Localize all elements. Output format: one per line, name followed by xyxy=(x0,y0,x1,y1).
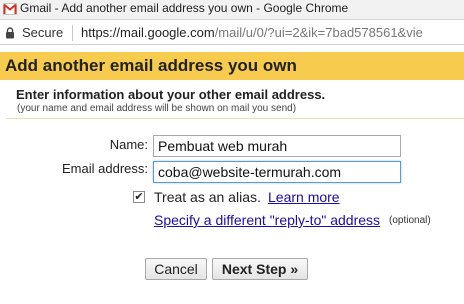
address-divider xyxy=(72,25,73,41)
dialog-header: Add another email address you own xyxy=(0,52,464,80)
intro-subtitle: (your name and email address will be sho… xyxy=(17,103,297,114)
secure-label: Secure xyxy=(22,25,64,40)
email-label: Email address: xyxy=(62,161,148,176)
window-title: Gmail - Add another email address you ow… xyxy=(20,1,349,15)
name-label: Name: xyxy=(109,137,148,152)
intro-divider xyxy=(6,118,464,119)
url-text[interactable]: https://mail.google.com/mail/u/0/?ui=2&i… xyxy=(81,25,423,40)
gmail-icon xyxy=(3,3,17,15)
lock-icon xyxy=(6,27,14,39)
cancel-button[interactable]: Cancel xyxy=(145,258,207,280)
url-path: /mail/u/0/?ui=2&ik=7bad578561&vie xyxy=(214,25,423,40)
dialog-title: Add another email address you own xyxy=(5,56,297,75)
alias-checkbox[interactable]: ✔ xyxy=(133,191,145,203)
url-host: mail.google.com xyxy=(120,25,215,40)
email-field[interactable]: coba@website-termurah.com xyxy=(153,161,401,183)
address-bar[interactable]: Secure https://mail.google.com/mail/u/0/… xyxy=(0,21,464,45)
name-field[interactable]: Pembuat web murah xyxy=(153,135,401,157)
intro-title: Enter information about your other email… xyxy=(16,87,326,102)
next-step-button[interactable]: Next Step » xyxy=(212,258,308,280)
learn-more-link[interactable]: Learn more xyxy=(268,189,340,205)
browser-titlebar: Gmail - Add another email address you ow… xyxy=(0,0,464,20)
optional-label: (optional) xyxy=(389,215,431,226)
url-scheme: https:// xyxy=(81,25,121,40)
alias-label: Treat as an alias. xyxy=(154,189,261,205)
reply-to-link[interactable]: Specify a different "reply-to" address xyxy=(154,212,380,228)
